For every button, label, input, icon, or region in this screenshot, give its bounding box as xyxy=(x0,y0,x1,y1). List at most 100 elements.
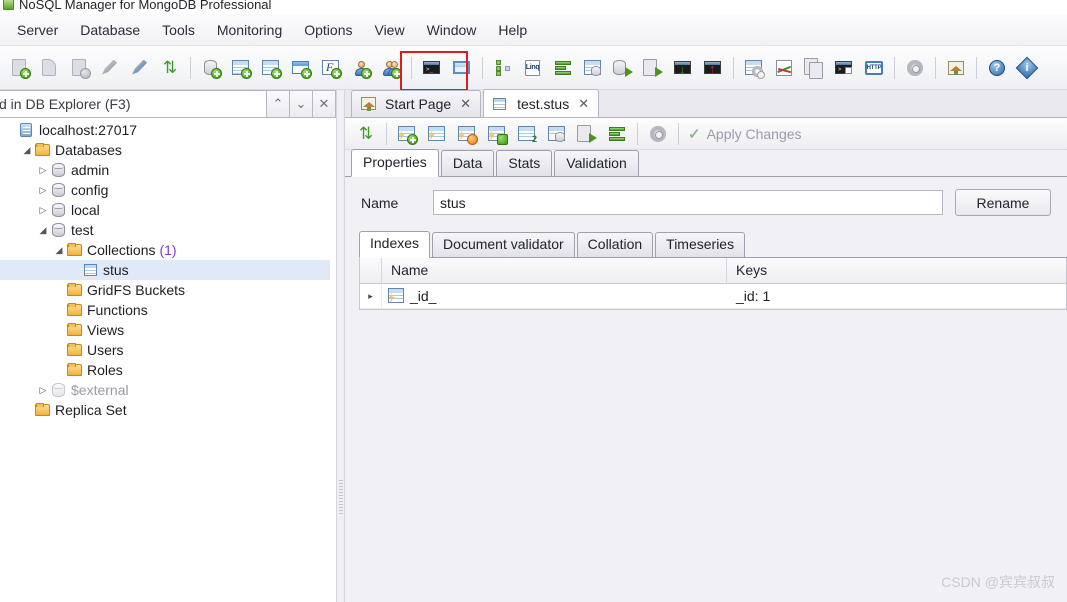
tab-indexes[interactable]: Indexes xyxy=(359,231,431,258)
tree-expander-icon[interactable]: ▷ xyxy=(36,205,50,216)
open-document-icon[interactable] xyxy=(37,55,63,81)
find-next-button[interactable]: ⌄ xyxy=(290,90,313,118)
tree-item-views[interactable]: Views xyxy=(0,320,330,340)
find-close-button[interactable]: ✕ xyxy=(313,90,336,118)
options-icon[interactable] xyxy=(741,55,767,81)
tree-item-test[interactable]: ◢ test xyxy=(0,220,330,240)
export-collection-icon[interactable] xyxy=(574,122,600,146)
folder-icon xyxy=(66,322,84,338)
monitoring-chart-icon[interactable] xyxy=(771,55,797,81)
column-header-keys[interactable]: Keys xyxy=(727,258,1066,284)
tree-item-collections[interactable]: ◢ Collections (1) xyxy=(0,240,330,260)
duplicate-collection-icon[interactable]: 2 xyxy=(514,122,540,146)
connect-icon[interactable] xyxy=(127,55,153,81)
find-previous-button[interactable]: ⌃ xyxy=(267,90,290,118)
home-icon[interactable] xyxy=(943,55,969,81)
menu-item-help[interactable]: Help xyxy=(487,18,538,42)
apply-changes-button[interactable]: ✓ Apply Changes xyxy=(688,125,802,143)
tab-collation[interactable]: Collation xyxy=(576,232,654,257)
new-function-icon[interactable]: F xyxy=(318,55,344,81)
menu-item-database[interactable]: Database xyxy=(69,18,151,42)
tree-expander-icon[interactable]: ▷ xyxy=(36,165,50,176)
tab-stats[interactable]: Stats xyxy=(496,150,553,176)
new-collection-icon[interactable] xyxy=(228,55,254,81)
tab-validation[interactable]: Validation xyxy=(554,150,639,176)
tree-item-functions[interactable]: Functions xyxy=(0,300,330,320)
tab-data[interactable]: Data xyxy=(440,150,495,176)
sql-query-icon[interactable] xyxy=(580,55,606,81)
refresh-icon[interactable]: ⇅ xyxy=(157,55,183,81)
panel-splitter[interactable] xyxy=(336,90,345,602)
tree-expander-icon[interactable]: ▷ xyxy=(36,185,50,196)
backup-icon[interactable]: ↑ xyxy=(700,55,726,81)
tab-timeseries[interactable]: Timeseries xyxy=(655,232,746,257)
aggregation-icon[interactable] xyxy=(604,122,630,146)
save-document-icon[interactable] xyxy=(67,55,93,81)
new-window-icon[interactable] xyxy=(288,55,314,81)
menu-item-options[interactable]: Options xyxy=(293,18,363,42)
http-interface-icon[interactable]: HTTP xyxy=(861,55,887,81)
tree-item-localhost-27017[interactable]: localhost:27017 xyxy=(0,120,330,140)
about-icon[interactable]: i xyxy=(1014,55,1040,81)
new-view-icon[interactable] xyxy=(258,55,284,81)
drop-index-icon[interactable] xyxy=(454,122,480,146)
tree-view-icon[interactable] xyxy=(490,55,516,81)
row-expander-icon[interactable]: ▸ xyxy=(360,283,382,309)
find-input[interactable] xyxy=(0,90,267,118)
tree-item-label: Collections xyxy=(87,242,156,258)
menu-item-window[interactable]: Window xyxy=(416,18,488,42)
splitter-grip[interactable] xyxy=(339,480,343,516)
tree-item-config[interactable]: ▷ config xyxy=(0,180,330,200)
tree-item-external[interactable]: ▷ $external xyxy=(0,380,330,400)
shell-window-icon[interactable]: > xyxy=(831,55,857,81)
document-tab-start-page[interactable]: Start Page ✕ xyxy=(351,90,482,117)
refresh-icon[interactable]: ⇅ xyxy=(353,122,379,146)
tree-item-admin[interactable]: ▷ admin xyxy=(0,160,330,180)
collection-name-input[interactable] xyxy=(433,190,943,215)
linq-query-icon[interactable]: Linq xyxy=(520,55,546,81)
menu-item-tools[interactable]: Tools xyxy=(151,18,206,42)
document-tab-test-stus[interactable]: test.stus ✕ xyxy=(483,89,600,117)
tree-item-stus[interactable]: stus xyxy=(0,260,330,280)
add-index-icon[interactable] xyxy=(394,122,420,146)
edit-index-icon[interactable] xyxy=(424,122,450,146)
help-icon[interactable]: ? xyxy=(984,55,1010,81)
collection-options-icon[interactable] xyxy=(645,122,671,146)
copy-database-icon[interactable] xyxy=(801,55,827,81)
disconnect-icon[interactable] xyxy=(97,55,123,81)
tree-expander-icon[interactable]: ◢ xyxy=(20,145,34,156)
import-data-icon[interactable] xyxy=(610,55,636,81)
column-header-name[interactable]: Name xyxy=(382,257,727,284)
tree-item-roles[interactable]: Roles xyxy=(0,360,330,380)
tree-item-gridfs-buckets[interactable]: GridFS Buckets xyxy=(0,280,330,300)
index-name-cell[interactable]: _id_ xyxy=(382,284,727,309)
mongo-shell-icon[interactable]: >_ xyxy=(419,55,445,81)
tree-item-local[interactable]: ▷ local xyxy=(0,200,330,220)
tree-expander-icon[interactable]: ◢ xyxy=(36,225,50,236)
query-builder-icon[interactable] xyxy=(449,55,475,81)
settings-gear-icon[interactable] xyxy=(902,55,928,81)
restore-icon[interactable]: ↓ xyxy=(670,55,696,81)
tree-expander-icon[interactable]: ▷ xyxy=(36,385,50,396)
tree-item-databases[interactable]: ◢ Databases xyxy=(0,140,330,160)
aggregation-icon[interactable] xyxy=(550,55,576,81)
new-document-icon[interactable] xyxy=(7,55,33,81)
close-tab-icon[interactable]: ✕ xyxy=(578,96,589,112)
new-user-icon[interactable] xyxy=(348,55,374,81)
new-role-icon[interactable] xyxy=(378,55,404,81)
menu-item-monitoring[interactable]: Monitoring xyxy=(206,18,293,42)
tree-expander-icon[interactable]: ◢ xyxy=(52,245,66,256)
menu-item-view[interactable]: View xyxy=(363,18,415,42)
copy-collection-icon[interactable] xyxy=(544,122,570,146)
export-data-icon[interactable] xyxy=(640,55,666,81)
tree-item-replica-set[interactable]: Replica Set xyxy=(0,400,330,420)
table-row[interactable]: ▸ _id_ _id: 1 xyxy=(360,283,1066,309)
rebuild-index-icon[interactable] xyxy=(484,122,510,146)
tab-properties[interactable]: Properties xyxy=(351,149,439,177)
tree-item-users[interactable]: Users xyxy=(0,340,330,360)
rename-button[interactable]: Rename xyxy=(955,189,1051,216)
new-database-icon[interactable] xyxy=(198,55,224,81)
close-tab-icon[interactable]: ✕ xyxy=(460,96,471,112)
tab-document-validator[interactable]: Document validator xyxy=(432,232,575,257)
menu-item-server[interactable]: Server xyxy=(6,18,69,42)
